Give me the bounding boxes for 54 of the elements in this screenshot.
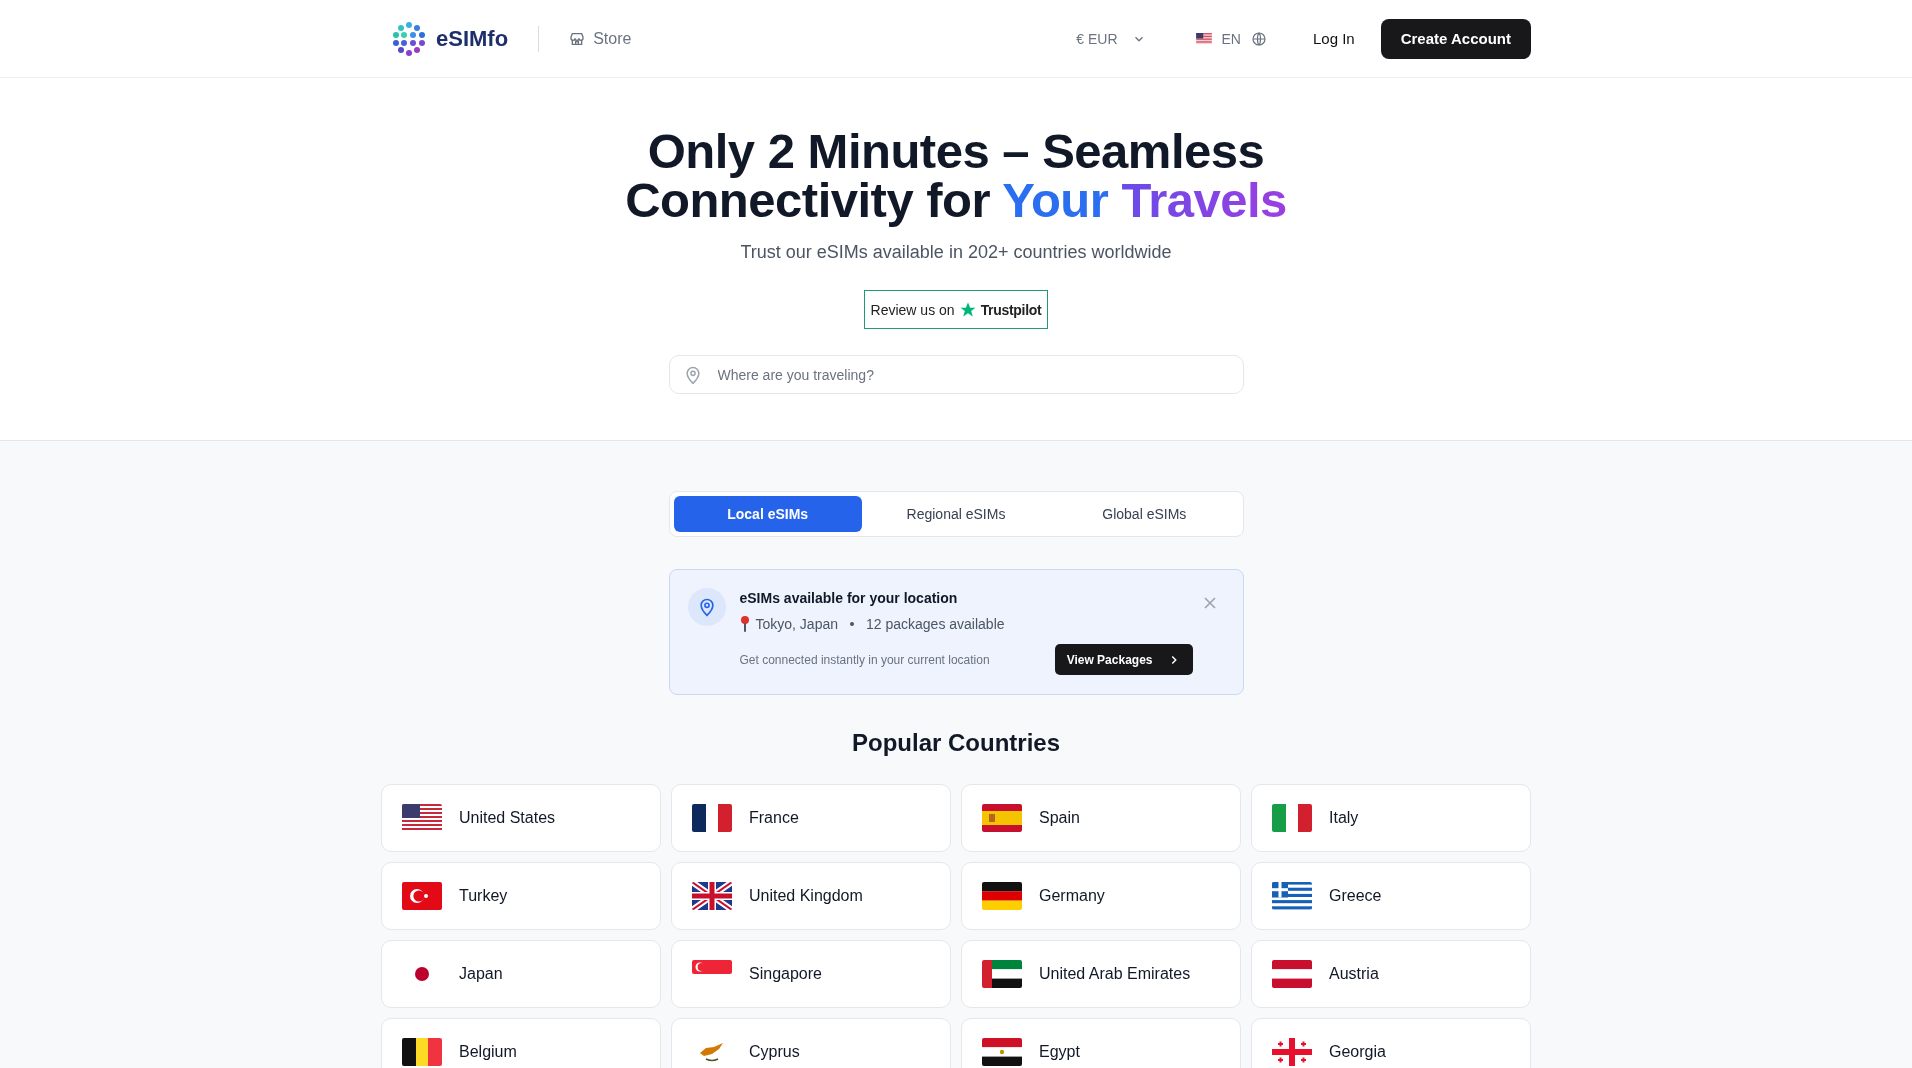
flag-icon (692, 804, 732, 832)
flag-icon (1272, 882, 1312, 910)
language-selector[interactable]: EN (1189, 29, 1273, 48)
country-card[interactable]: Germany (961, 862, 1241, 930)
location-card-title: eSIMs available for your location (739, 590, 959, 606)
country-card[interactable]: Japan (381, 940, 661, 1008)
trustpilot-review-button[interactable]: Review us on Trustpilot (863, 290, 1049, 329)
store-icon (569, 30, 586, 47)
country-card[interactable]: Turkey (381, 862, 661, 930)
location-pin-icon (687, 588, 726, 626)
location-text: Tokyo, Japan (755, 616, 838, 632)
flag-icon (1272, 804, 1312, 832)
flag-icon (402, 1038, 442, 1066)
search-field[interactable]: Where are you traveling? (668, 355, 1244, 394)
section-title: Popular Countries (852, 729, 1060, 757)
country-card[interactable]: France (671, 784, 951, 852)
flag-icon (1195, 33, 1212, 44)
flag-icon (982, 804, 1022, 832)
packages-count: 12 packages available (866, 616, 1005, 632)
country-card[interactable]: Egypt (961, 1018, 1241, 1068)
create-account-button[interactable]: Create Account (1380, 18, 1531, 59)
tab[interactable]: Regional eSIMs (861, 496, 1051, 532)
tab[interactable]: Local eSIMs (673, 496, 862, 532)
flag-icon (982, 1038, 1022, 1066)
flag-icon (692, 960, 732, 974)
country-card[interactable]: Italy (1251, 784, 1531, 852)
country-card[interactable]: United States (381, 784, 661, 852)
store-link[interactable]: Store (569, 29, 632, 48)
flag-icon (982, 960, 1022, 988)
country-card[interactable]: Singapore (671, 940, 951, 1008)
flag-icon (402, 804, 442, 832)
country-card[interactable]: Spain (961, 784, 1241, 852)
country-card[interactable]: United Arab Emirates (961, 940, 1241, 1008)
tab[interactable]: Global eSIMs (1050, 496, 1239, 532)
login-link[interactable]: Log In (1312, 30, 1355, 47)
country-card[interactable]: Belgium (381, 1018, 661, 1068)
hero-subtitle: Trust our eSIMs available in 202+ countries worldwide (740, 242, 1172, 263)
country-card[interactable]: Georgia (1251, 1018, 1531, 1068)
flag-icon (982, 882, 1022, 910)
hero-title: Only 2 Minutes – Seamless Connectivity for Your Travels (624, 127, 1288, 225)
pushpin-icon (739, 616, 750, 632)
country-card[interactable]: Greece (1251, 862, 1531, 930)
currency-selector[interactable]: € EUR (1070, 29, 1152, 48)
globe-icon (1250, 30, 1267, 47)
flag-icon (1272, 960, 1312, 988)
country-card[interactable]: United Kingdom (671, 862, 951, 930)
country-card[interactable]: Austria (1251, 940, 1531, 1008)
flag-icon (1272, 1038, 1312, 1066)
country-card[interactable]: Cyprus (671, 1018, 951, 1068)
brand-name[interactable]: eSIMfo (436, 25, 509, 52)
view-packages-button[interactable]: View Packages (1054, 644, 1193, 675)
flag-icon (692, 882, 732, 910)
location-note: Get connected instantly in your current location (739, 652, 990, 667)
flag-icon (402, 882, 442, 910)
